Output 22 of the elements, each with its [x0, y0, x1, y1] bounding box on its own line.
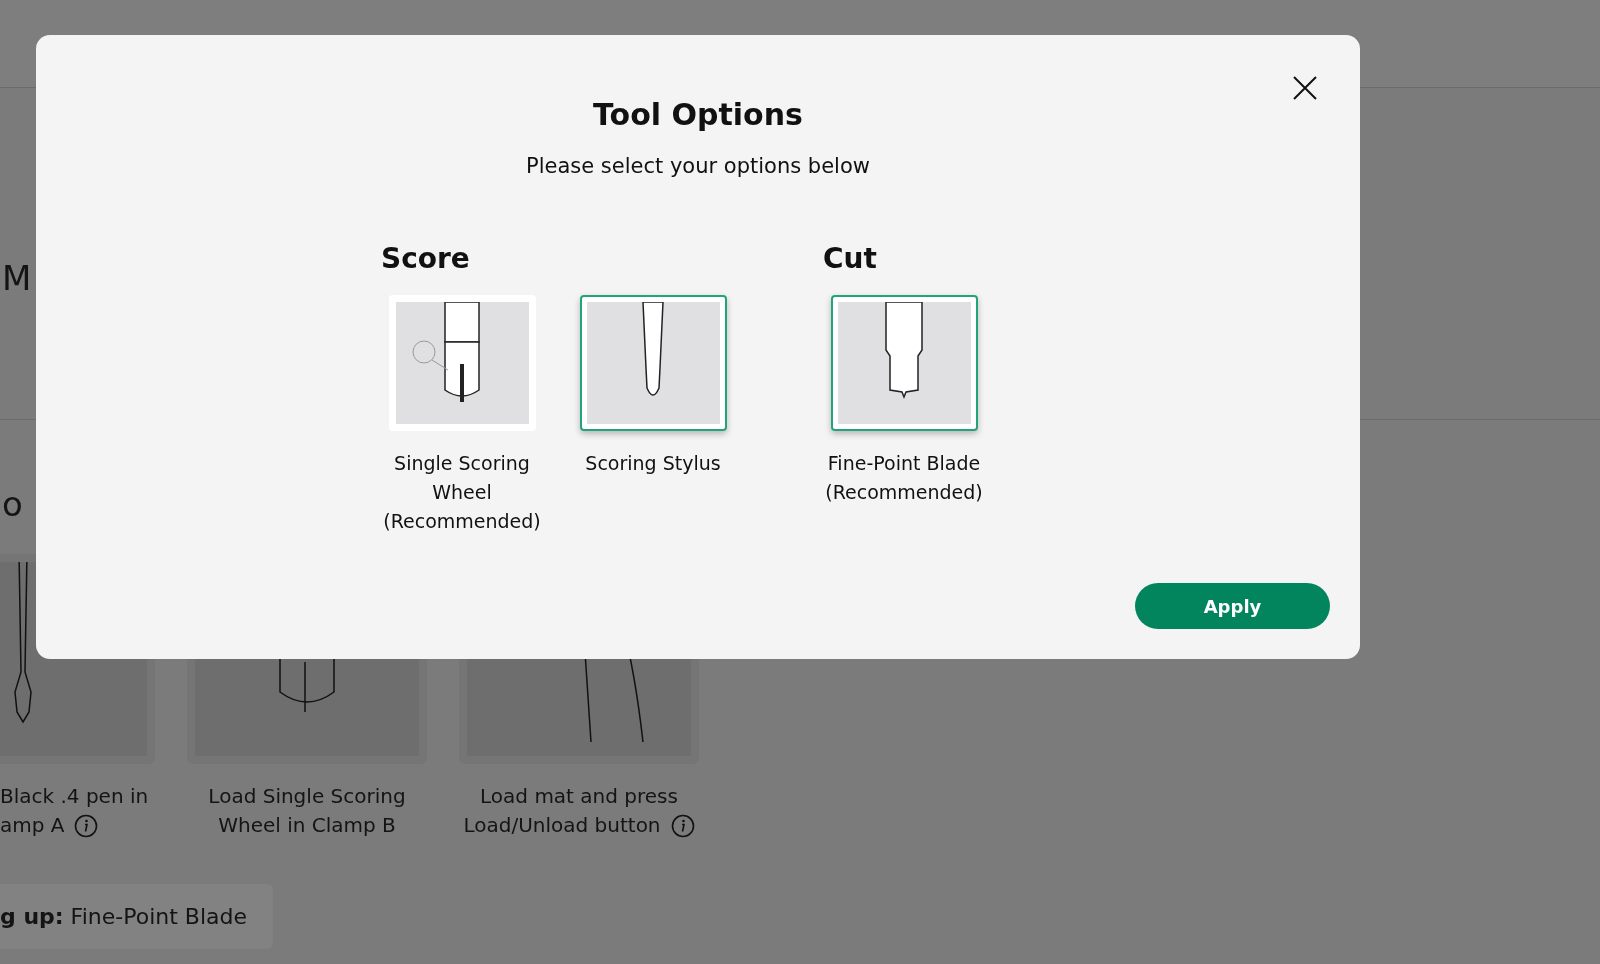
tool-option-label: Fine-Point Blade (Recommended) — [824, 451, 984, 505]
tool-option-card[interactable] — [579, 295, 727, 431]
step-caption: Wheel in Clamp B — [218, 812, 396, 839]
step-caption: Load Single Scoring — [208, 783, 406, 810]
info-icon[interactable] — [670, 813, 695, 838]
apply-button[interactable]: Apply — [1135, 583, 1330, 629]
info-icon[interactable] — [74, 813, 99, 838]
dialog-title: Tool Options — [592, 97, 804, 133]
next-up-text: g up: Fine-Point Blade — [0, 904, 247, 929]
group-heading: Cut — [823, 242, 878, 276]
step-caption: amp A — [0, 812, 65, 839]
step-caption: Load/Unload button — [463, 812, 661, 839]
dialog-subtitle: Please select your options below — [525, 153, 871, 180]
tool-option-label: Scoring Stylus — [585, 451, 721, 476]
section-heading: o — [2, 484, 23, 524]
tool-option-label: Single Scoring Wheel (Recommended) — [382, 451, 542, 534]
step-caption: Black .4 pen in — [0, 783, 149, 810]
tool-option-card[interactable] — [830, 295, 978, 431]
group-heading: Score — [381, 242, 471, 276]
section-heading: M — [2, 258, 32, 298]
step-caption: Load mat and press — [480, 783, 678, 810]
close-button[interactable] — [1292, 75, 1318, 101]
